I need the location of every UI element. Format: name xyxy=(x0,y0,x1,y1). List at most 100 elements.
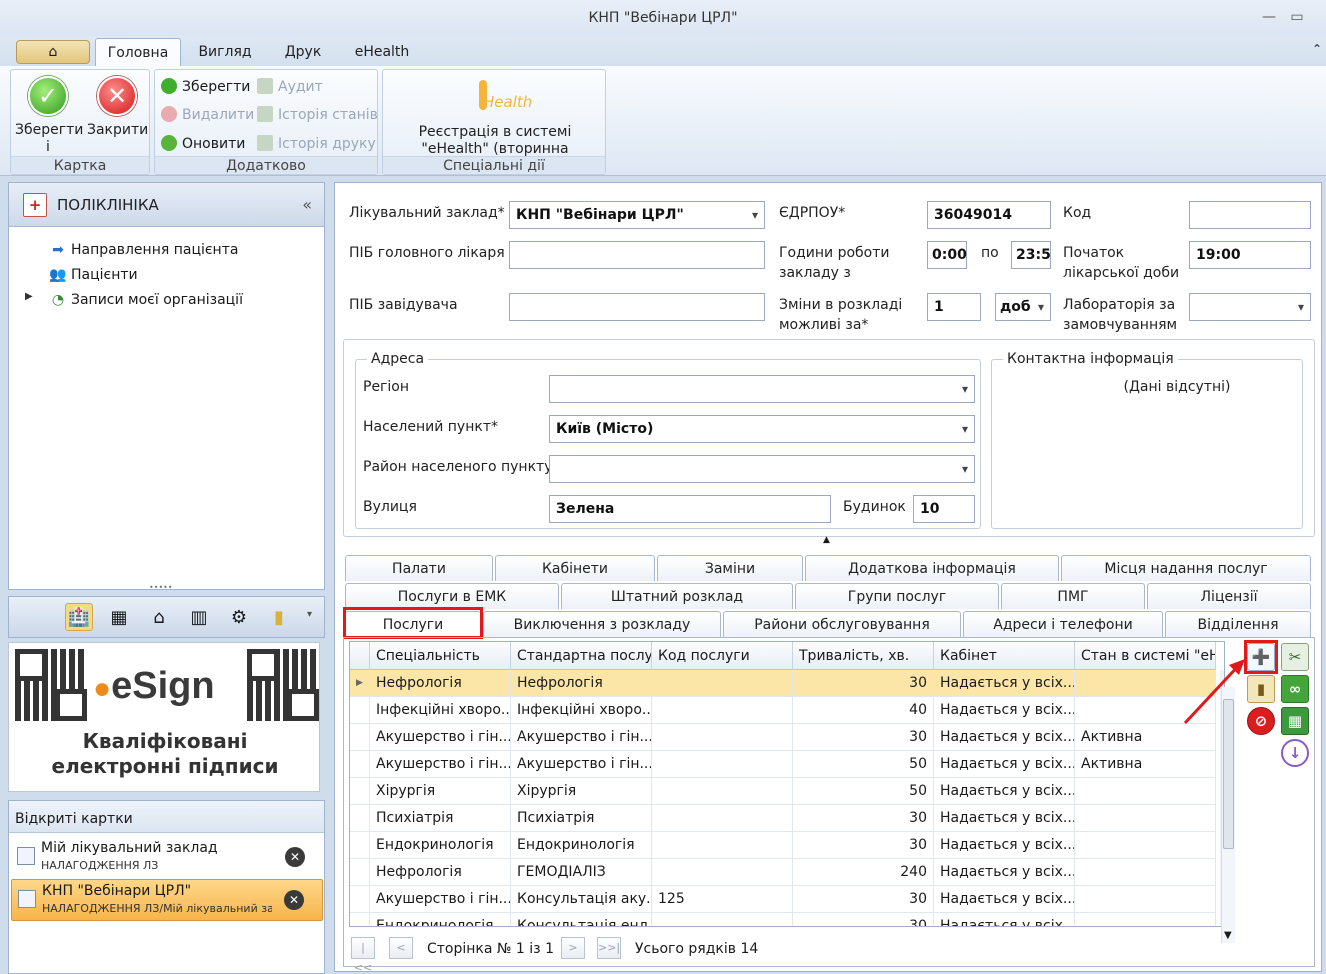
tab-departments[interactable]: Відділення xyxy=(1165,611,1311,637)
prev-page-button[interactable]: < xyxy=(389,937,413,959)
column-header[interactable]: Спеціальність xyxy=(370,642,511,670)
tab-service-groups[interactable]: Групи послуг xyxy=(795,583,999,609)
refresh-button[interactable]: Оновити xyxy=(161,133,245,155)
column-header[interactable]: Стандартна послуга xyxy=(511,642,652,670)
table-cell[interactable]: Інфекційні хворо... xyxy=(370,697,511,724)
row-indicator[interactable] xyxy=(350,724,370,751)
table-cell[interactable]: Консультація аку... xyxy=(511,886,652,913)
table-cell[interactable]: 30 xyxy=(793,913,934,926)
maximize-icon[interactable]: ▭ xyxy=(1284,0,1310,36)
table-cell[interactable] xyxy=(652,832,793,859)
tab-substitutions[interactable]: Заміни xyxy=(657,555,803,581)
table-cell[interactable]: Надається у всіх... xyxy=(934,724,1075,751)
table-cell[interactable] xyxy=(652,805,793,832)
close-button[interactable]: ✕ Закрити xyxy=(87,76,148,139)
table-cell[interactable]: Акушерство і гін... xyxy=(511,751,652,778)
table-cell[interactable]: Надається у всіх... xyxy=(934,859,1075,886)
table-cell[interactable]: Надається у всіх... xyxy=(934,697,1075,724)
table-cell[interactable]: Нефрологія xyxy=(370,859,511,886)
table-row[interactable]: Інфекційні хворо... Інфекційні хворо... 40… xyxy=(350,697,1216,724)
table-cell[interactable]: 30 xyxy=(793,832,934,859)
table-cell[interactable]: Надається у всіх... xyxy=(934,913,1075,926)
tab-emk-services[interactable]: Послуги в ЕМК xyxy=(345,583,559,609)
tab-home[interactable]: Головна xyxy=(95,38,181,66)
tab-addresses-phones[interactable]: Адреси і телефони xyxy=(963,611,1163,637)
column-header[interactable]: Код послуги xyxy=(652,642,793,670)
table-cell[interactable] xyxy=(652,778,793,805)
table-cell[interactable]: 30 xyxy=(793,724,934,751)
table-cell[interactable]: Консультація енд... xyxy=(511,913,652,926)
delete-button[interactable]: Видалити xyxy=(161,104,254,126)
changes-unit-select[interactable]: доба xyxy=(995,293,1051,321)
table-cell[interactable] xyxy=(1075,886,1216,913)
table-row[interactable]: Ендокринологія Ендокринологія 30 Надається … xyxy=(350,832,1216,859)
table-row[interactable]: Ендокринологія Консультація енд... 30 Надає… xyxy=(350,913,1216,926)
changes-field[interactable]: 1 xyxy=(927,293,981,321)
table-cell[interactable] xyxy=(652,697,793,724)
table-cell[interactable]: 30 xyxy=(793,886,934,913)
row-indicator[interactable] xyxy=(350,751,370,778)
app-menu-button[interactable]: ⌂ xyxy=(16,40,90,64)
code-field[interactable] xyxy=(1189,201,1311,229)
open-card-item[interactable]: Мій лікувальний заклад НАЛАГОДЖЕННЯ ЛЗ ✕ xyxy=(11,837,323,879)
table-cell[interactable]: 50 xyxy=(793,778,934,805)
tab-additional-info[interactable]: Додаткова інформація xyxy=(805,555,1059,581)
tab-staff-schedule[interactable]: Штатний розклад xyxy=(561,583,793,609)
more-modules-icon[interactable]: ▾ xyxy=(307,609,312,620)
table-cell[interactable] xyxy=(1075,805,1216,832)
district-select[interactable] xyxy=(549,455,975,483)
table-row[interactable]: Акушерство і гін... Акушерство і гін... 30… xyxy=(350,724,1216,751)
table-row[interactable]: Акушерство і гін... Акушерство і гін... 50… xyxy=(350,751,1216,778)
clinic-module-icon[interactable]: 🏥 xyxy=(65,603,93,631)
link-button[interactable]: ∞ xyxy=(1281,675,1309,703)
house-module-icon[interactable]: ⌂ xyxy=(145,603,173,631)
table-cell[interactable] xyxy=(1075,778,1216,805)
table-cell[interactable]: Надається у всіх... xyxy=(934,805,1075,832)
row-indicator[interactable] xyxy=(350,886,370,913)
tab-wards[interactable]: Палати xyxy=(345,555,493,581)
table-row[interactable]: Акушерство і гін... Консультація аку... 12… xyxy=(350,886,1216,913)
table-cell[interactable]: Активна xyxy=(1075,751,1216,778)
table-cell[interactable]: Надається у всіх... xyxy=(934,886,1075,913)
region-select[interactable] xyxy=(549,375,975,403)
audit-button[interactable]: Аудит xyxy=(257,76,323,98)
facility-select[interactable]: КНП "Вебінари ЦРЛ" xyxy=(509,201,765,229)
collapse-sidebar-icon[interactable]: « xyxy=(302,183,312,227)
row-indicator[interactable] xyxy=(350,697,370,724)
row-indicator[interactable] xyxy=(350,832,370,859)
sidebar-item-records[interactable]: ◔ Записи моєї організації xyxy=(49,289,243,311)
table-cell[interactable] xyxy=(1075,832,1216,859)
table-cell[interactable]: Надається у всіх... xyxy=(934,670,1075,697)
row-indicator[interactable]: ▶ xyxy=(350,670,370,697)
hours-from-field[interactable]: 0:00 xyxy=(927,241,967,269)
tab-pmg[interactable]: ПМГ xyxy=(1001,583,1145,609)
table-cell[interactable]: Нефрологія xyxy=(511,670,652,697)
table-cell[interactable]: Надається у всіх... xyxy=(934,832,1075,859)
tab-view[interactable]: Вигляд xyxy=(185,38,265,66)
close-card-icon[interactable]: ✕ xyxy=(285,847,305,867)
export-button[interactable]: ▦ xyxy=(1281,707,1309,735)
row-indicator[interactable] xyxy=(350,859,370,886)
schedule-module-icon[interactable]: ▦ xyxy=(105,603,133,631)
tools-button[interactable]: ✂ xyxy=(1281,643,1309,671)
expand-arrow-icon[interactable]: ▶ xyxy=(25,291,33,302)
close-card-icon[interactable]: ✕ xyxy=(284,890,304,910)
table-cell[interactable]: Ендокринологія xyxy=(370,832,511,859)
splitter-handle[interactable]: ••••• xyxy=(149,583,173,592)
tab-service-areas[interactable]: Райони обслуговування xyxy=(723,611,961,637)
state-history-button[interactable]: Історія станів xyxy=(257,104,378,126)
hours-to-field[interactable]: 23:59 xyxy=(1011,241,1051,269)
table-cell[interactable] xyxy=(1075,913,1216,926)
print-history-button[interactable]: Історія друку xyxy=(257,133,376,155)
table-cell[interactable] xyxy=(652,859,793,886)
table-cell[interactable]: 40 xyxy=(793,697,934,724)
table-cell[interactable] xyxy=(652,670,793,697)
head-doctor-field[interactable] xyxy=(509,241,765,269)
tab-licenses[interactable]: Ліцензії xyxy=(1147,583,1311,609)
last-page-button[interactable]: >>| xyxy=(597,937,621,959)
tab-service-places[interactable]: Місця надання послуг xyxy=(1061,555,1311,581)
table-cell[interactable] xyxy=(652,913,793,926)
table-cell[interactable]: 125 xyxy=(652,886,793,913)
sidebar-item-patients[interactable]: 👥 Пацієнти xyxy=(49,264,137,286)
table-cell[interactable]: 30 xyxy=(793,670,934,697)
